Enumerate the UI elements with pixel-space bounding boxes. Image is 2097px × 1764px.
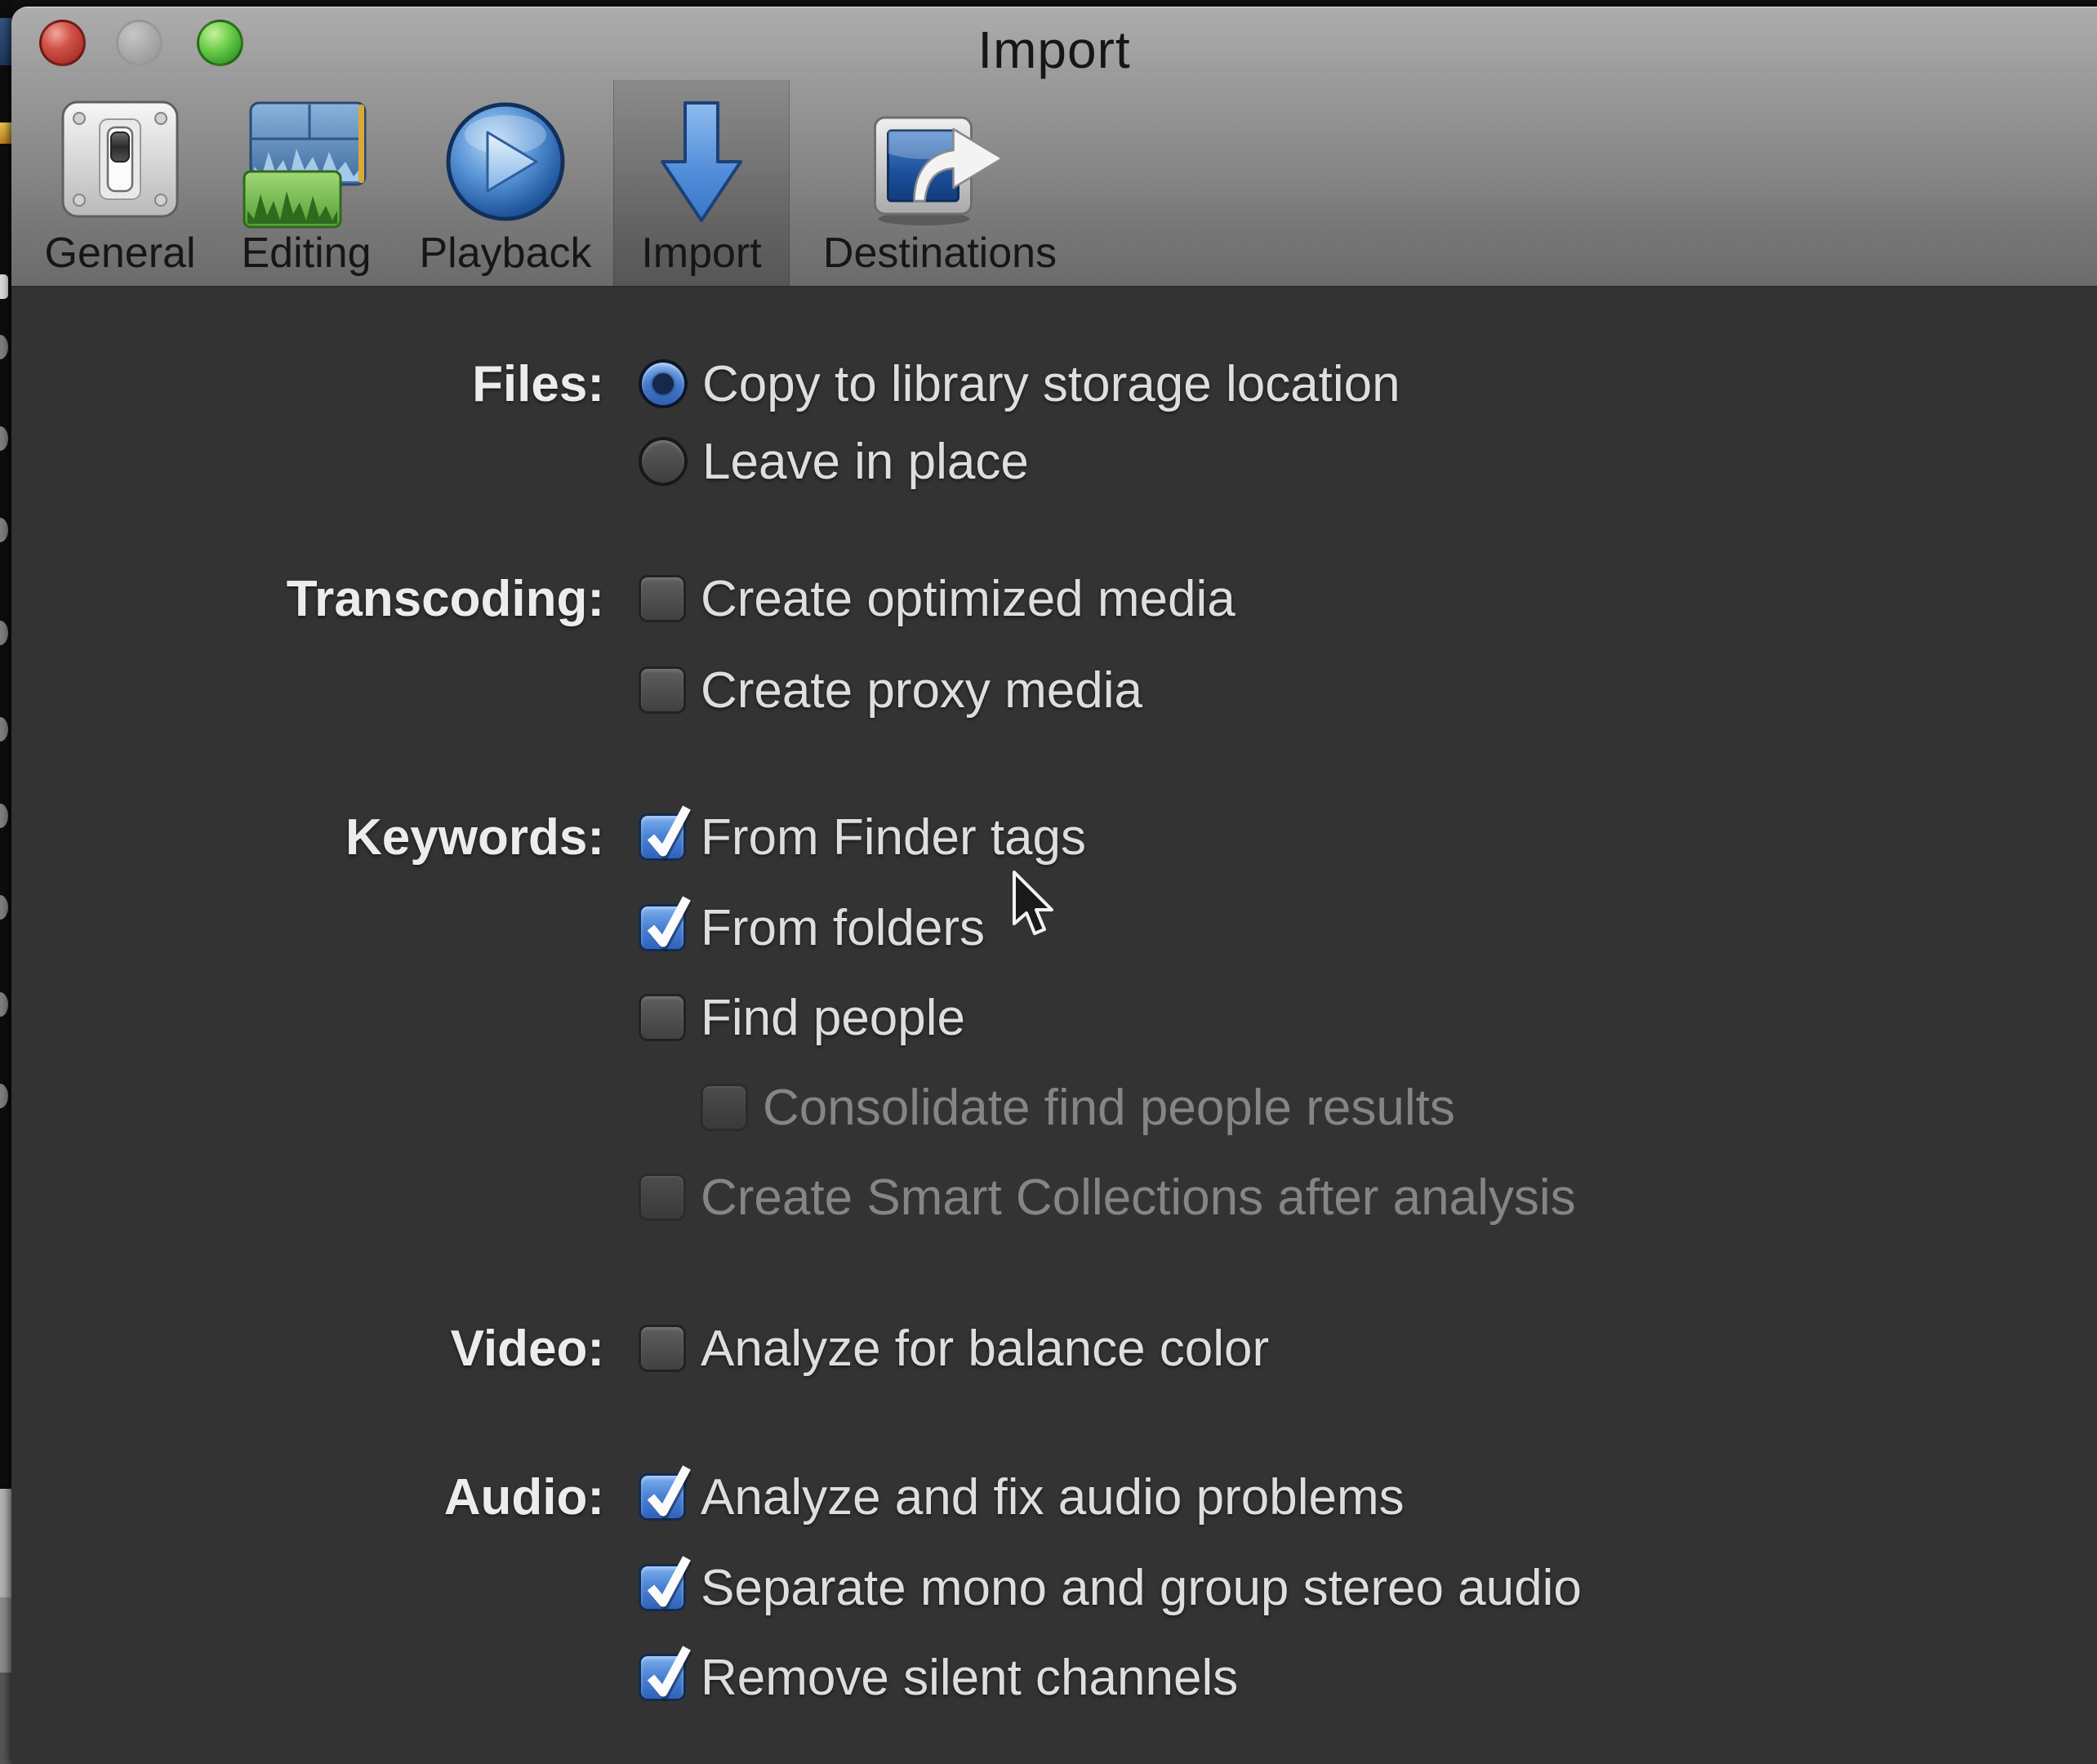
zoom-button[interactable] <box>197 20 243 66</box>
background-blue-block <box>0 18 11 65</box>
checkbox-row-remove-silent-channels: Remove silent channels <box>11 1651 2097 1704</box>
checkbox-separate-mono[interactable] <box>639 1564 686 1611</box>
checkbox-row-from-finder-tags: Keywords: From Finder tags <box>11 811 2097 863</box>
tab-destinations-label: Destinations <box>801 229 1079 278</box>
checkbox-row-find-people: Find people <box>11 991 2097 1044</box>
radio-copy-to-library[interactable] <box>639 359 688 408</box>
tab-general-label: General <box>33 229 207 278</box>
section-label-transcoding: Transcoding: <box>139 570 604 628</box>
background-bump <box>0 895 8 920</box>
checkbox-label[interactable]: Analyze for balance color <box>701 1320 1269 1378</box>
background-mid-block <box>0 1597 11 1673</box>
switch-icon <box>59 98 181 225</box>
tab-playback[interactable]: Playback <box>418 80 593 286</box>
checkbox-analyze-balance-color[interactable] <box>639 1325 686 1372</box>
checkbox-row-create-proxy-media: Create proxy media <box>11 664 2097 716</box>
checkbox-label[interactable]: Find people <box>701 989 965 1047</box>
checkbox-label: Consolidate find people results <box>763 1079 1455 1137</box>
mouse-cursor-icon <box>1011 870 1062 947</box>
checkbox-from-finder-tags[interactable] <box>639 813 686 861</box>
checkmark-icon <box>639 1548 692 1612</box>
radio-row-leave-in-place: Leave in place <box>11 435 2097 488</box>
background-light-dash <box>0 274 8 299</box>
tab-import-label: Import <box>614 229 789 278</box>
checkbox-label[interactable]: Remove silent channels <box>701 1649 1238 1707</box>
preferences-window: Import <box>11 7 2097 1764</box>
checkbox-row-separate-mono: Separate mono and group stereo audio <box>11 1561 2097 1614</box>
checkmark-icon <box>639 889 692 952</box>
tab-editing[interactable]: Editing <box>219 80 394 286</box>
checkbox-create-proxy-media[interactable] <box>639 666 686 714</box>
timeline-icon <box>241 98 372 233</box>
tab-editing-label: Editing <box>219 229 394 278</box>
checkbox-remove-silent-channels[interactable] <box>639 1654 686 1701</box>
radio-leave-in-place[interactable] <box>639 437 688 486</box>
checkmark-icon <box>639 798 692 862</box>
background-bump <box>0 518 8 542</box>
radio-label[interactable]: Copy to library storage location <box>702 355 1400 413</box>
background-bump <box>0 804 8 828</box>
checkbox-create-smart-collections <box>639 1174 686 1221</box>
section-label-files: Files: <box>139 355 604 413</box>
play-icon <box>440 98 571 233</box>
checkmark-icon <box>639 1638 692 1702</box>
checkbox-label[interactable]: Separate mono and group stereo audio <box>701 1559 1582 1617</box>
checkbox-row-create-optimized-media: Transcoding: Create optimized media <box>11 572 2097 625</box>
radio-dot <box>652 373 674 394</box>
checkbox-create-optimized-media[interactable] <box>639 575 686 622</box>
checkbox-label[interactable]: Analyze and fix audio problems <box>701 1468 1405 1526</box>
background-light-block <box>0 1489 11 1597</box>
checkbox-find-people[interactable] <box>639 994 686 1041</box>
checkmark-icon <box>639 1458 692 1521</box>
background-bump <box>0 1084 8 1108</box>
section-label-video: Video: <box>139 1320 604 1378</box>
background-bump <box>0 335 8 359</box>
checkbox-from-folders[interactable] <box>639 904 686 951</box>
background-bump <box>0 992 8 1017</box>
checkbox-label: Create Smart Collections after analysis <box>701 1169 1576 1227</box>
checkbox-row-analyze-fix-audio: Audio: Analyze and fix audio problems <box>11 1471 2097 1523</box>
checkbox-row-consolidate-find-people: Consolidate find people results <box>11 1081 2097 1134</box>
background-bump <box>0 717 8 742</box>
background-bottom-block <box>0 1673 11 1764</box>
window-title: Import <box>11 20 2097 80</box>
screen: Import <box>0 0 2097 1764</box>
checkbox-analyze-fix-audio[interactable] <box>639 1473 686 1521</box>
section-label-keywords: Keywords: <box>139 808 604 866</box>
radio-row-copy-to-library: Files: Copy to library storage location <box>11 358 2097 410</box>
tab-destinations[interactable]: Destinations <box>853 80 1027 286</box>
tab-playback-label: Playback <box>418 229 593 278</box>
minimize-button <box>116 20 163 66</box>
checkbox-label[interactable]: Create optimized media <box>701 570 1235 628</box>
checkbox-row-create-smart-collections: Create Smart Collections after analysis <box>11 1171 2097 1223</box>
checkbox-label[interactable]: From folders <box>701 899 985 957</box>
tab-import[interactable]: Import <box>613 80 790 286</box>
checkbox-label[interactable]: From Finder tags <box>701 808 1086 866</box>
background-bump <box>0 621 8 645</box>
radio-label[interactable]: Leave in place <box>702 433 1029 491</box>
background-orange-block <box>0 122 11 144</box>
section-label-audio: Audio: <box>139 1468 604 1526</box>
down-arrow-icon <box>648 98 755 231</box>
checkbox-consolidate-find-people <box>701 1084 748 1131</box>
checkbox-label[interactable]: Create proxy media <box>701 662 1142 719</box>
checkbox-row-analyze-balance-color: Video: Analyze for balance color <box>11 1322 2097 1374</box>
share-icon <box>869 98 1012 233</box>
tab-general[interactable]: General <box>33 80 207 286</box>
background-bump <box>0 426 8 451</box>
close-button[interactable] <box>39 20 86 66</box>
toolbar: Import <box>11 7 2097 287</box>
background-app-edge <box>0 0 11 1764</box>
